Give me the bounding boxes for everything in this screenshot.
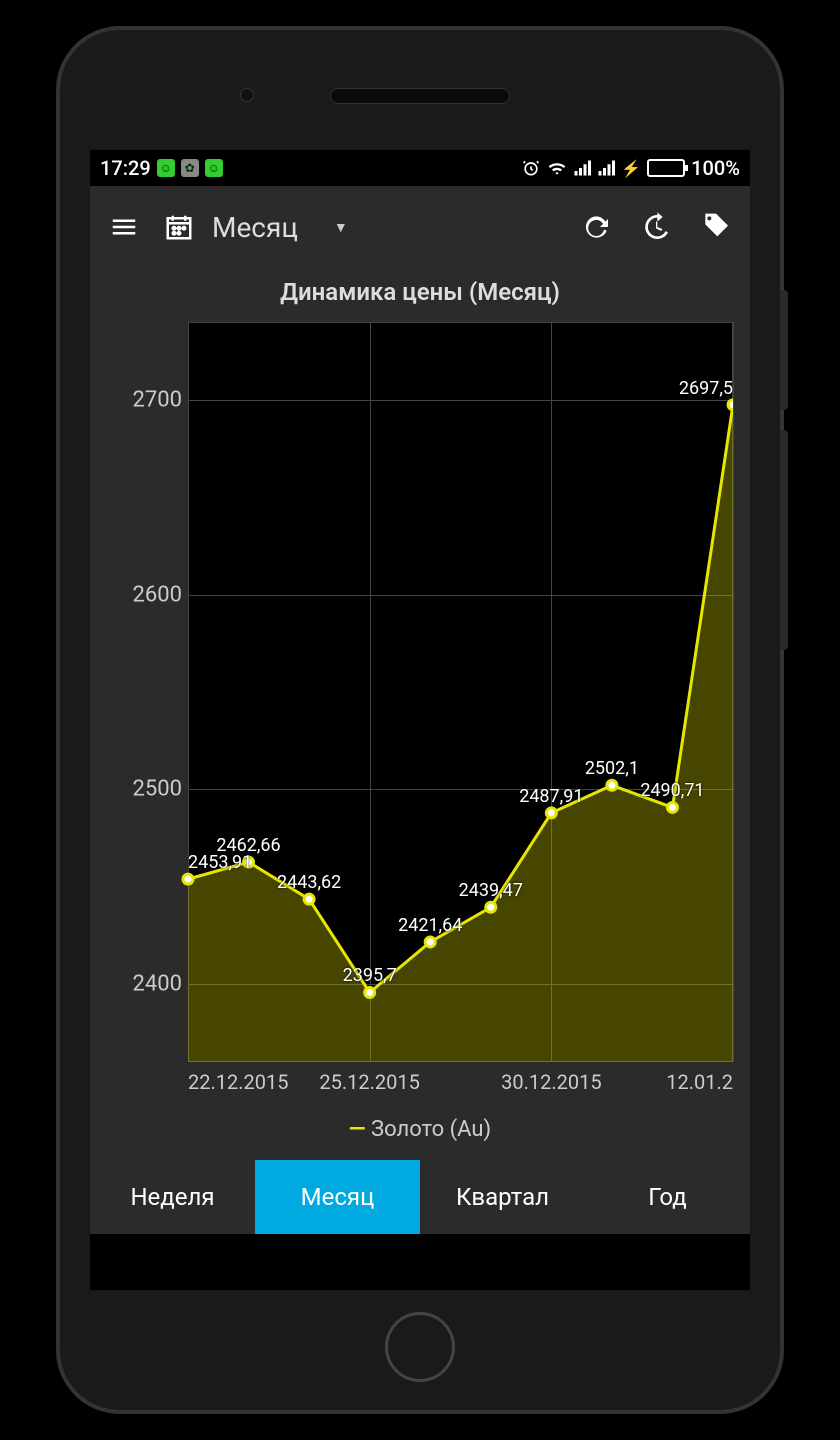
tab-quarter[interactable]: Квартал bbox=[420, 1160, 585, 1234]
gridline bbox=[551, 322, 552, 1062]
x-axis-tick: 22.12.2015 bbox=[188, 1070, 288, 1094]
chart-point-label: 2697,5 bbox=[679, 378, 733, 399]
gridline bbox=[188, 984, 733, 985]
plot-area bbox=[188, 322, 733, 1062]
y-axis-tick: 2600 bbox=[98, 582, 182, 607]
app-bar: Месяц ▼ bbox=[90, 186, 750, 268]
period-dropdown-label[interactable]: Месяц bbox=[212, 211, 298, 244]
wifi-icon bbox=[547, 158, 567, 178]
battery-icon bbox=[647, 159, 685, 177]
legend-series-label: Золото (Au) bbox=[371, 1117, 491, 1142]
y-axis-tick: 2700 bbox=[98, 387, 182, 412]
phone-camera bbox=[240, 88, 254, 102]
chart-point-label: 2487,91 bbox=[519, 786, 583, 807]
y-axis-tick: 2400 bbox=[98, 972, 182, 997]
history-button[interactable] bbox=[634, 205, 678, 249]
gridline bbox=[733, 322, 734, 1062]
refresh-button[interactable] bbox=[574, 205, 618, 249]
signal-icon bbox=[573, 159, 591, 177]
menu-button[interactable] bbox=[102, 205, 146, 249]
chart-point-label: 2439,47 bbox=[459, 880, 523, 901]
charging-icon: ⚡ bbox=[621, 159, 641, 178]
status-app-icon: ✿ bbox=[181, 159, 199, 177]
chart-title: Динамика цены (Месяц) bbox=[90, 268, 750, 312]
signal-icon bbox=[597, 159, 615, 177]
gridline bbox=[188, 595, 733, 596]
chart-container: — Золото (Au) 2400 2500 2600 2700 22.12.2015… bbox=[90, 312, 750, 1160]
period-tabs: Неделя Месяц Квартал Год bbox=[90, 1160, 750, 1234]
gridline bbox=[188, 400, 733, 401]
calendar-icon bbox=[162, 205, 196, 249]
y-axis-tick: 2500 bbox=[98, 777, 182, 802]
tab-year[interactable]: Год bbox=[585, 1160, 750, 1234]
status-app-icon: ☺ bbox=[205, 159, 223, 177]
tab-week[interactable]: Неделя bbox=[90, 1160, 255, 1234]
chart-plot[interactable]: — Золото (Au) 2400 2500 2600 2700 22.12.2015… bbox=[98, 312, 742, 1152]
chart-point-label: 2502,1 bbox=[585, 758, 639, 779]
status-bar: 17:29 ☺ ✿ ☺ ⚡ 100% bbox=[90, 150, 750, 186]
chart-point-label: 2421,64 bbox=[398, 915, 462, 936]
phone-side-button bbox=[780, 290, 788, 410]
x-axis-tick: 12.01.2 bbox=[666, 1070, 733, 1094]
gridline bbox=[188, 322, 189, 1062]
chart-legend: — Золото (Au) bbox=[98, 1117, 742, 1142]
alarm-icon bbox=[521, 158, 541, 178]
chart-point-label: 2462,66 bbox=[216, 835, 280, 856]
gridline bbox=[370, 322, 371, 1062]
phone-frame: 17:29 ☺ ✿ ☺ ⚡ 100% bbox=[60, 30, 780, 1410]
legend-line-icon: — bbox=[349, 1117, 366, 1142]
status-time: 17:29 bbox=[100, 156, 151, 180]
chart-point-label: 2443,62 bbox=[277, 872, 341, 893]
x-axis-tick: 25.12.2015 bbox=[319, 1070, 419, 1094]
tag-button[interactable] bbox=[694, 205, 738, 249]
chart-point-label: 2490,71 bbox=[640, 780, 704, 801]
phone-home-button bbox=[385, 1312, 455, 1382]
status-app-icon: ☺ bbox=[157, 159, 175, 177]
phone-side-button bbox=[780, 430, 788, 650]
chart-point-label: 2395,7 bbox=[343, 965, 397, 986]
tab-month[interactable]: Месяц bbox=[255, 1160, 420, 1234]
screen: 17:29 ☺ ✿ ☺ ⚡ 100% bbox=[90, 150, 750, 1290]
chevron-down-icon[interactable]: ▼ bbox=[334, 219, 348, 236]
battery-percent: 100% bbox=[691, 156, 740, 180]
x-axis-tick: 30.12.2015 bbox=[501, 1070, 601, 1094]
phone-speaker bbox=[330, 88, 510, 104]
